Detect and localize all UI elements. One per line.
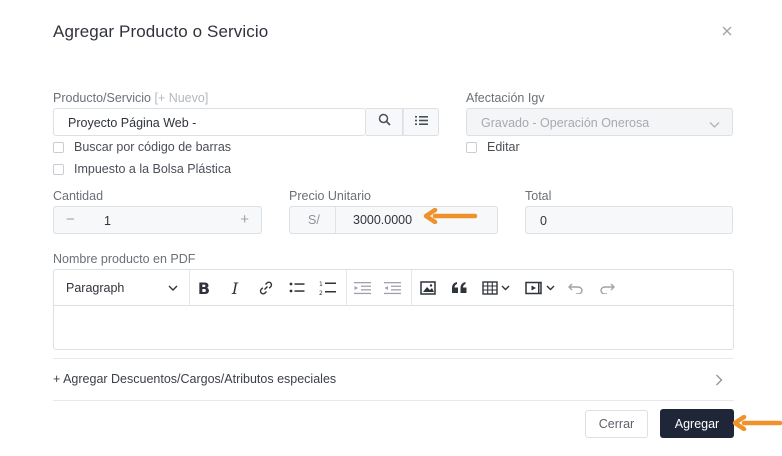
product-list-button[interactable] [403,108,439,136]
quantity-value[interactable]: 1 [104,214,111,228]
minus-icon[interactable]: − [66,211,75,228]
edit-igv-checkbox[interactable]: Editar [466,140,520,154]
product-label-text: Producto/Servicio [53,91,151,105]
product-input[interactable]: Proyecto Página Web - [53,108,366,136]
italic-button[interactable]: I [225,278,245,298]
numbered-list-icon[interactable]: 12 [316,278,338,298]
edit-igv-label: Editar [487,140,520,154]
svg-text:2: 2 [319,290,323,296]
image-icon[interactable] [417,278,439,298]
total-label: Total [525,189,552,203]
checkbox-box[interactable] [466,141,477,153]
svg-text:1: 1 [319,281,323,288]
annotation-arrow-icon [732,414,782,436]
currency-prefix: S/ [290,207,336,233]
redo-icon[interactable] [596,278,618,298]
extras-toggle[interactable]: + Agregar Descuentos/Cargos/Atributos es… [53,372,336,386]
barcode-checkbox[interactable]: Buscar por código de barras [53,140,231,154]
link-icon[interactable] [255,278,277,298]
igv-select[interactable]: Gravado - Operación Onerosa [466,108,733,136]
bullet-list-icon[interactable] [286,278,308,298]
close-button[interactable]: Cerrar [585,410,648,438]
quote-icon[interactable] [448,278,470,298]
undo-icon[interactable] [565,278,587,298]
quantity-label: Cantidad [53,189,104,203]
divider [53,400,734,401]
chevron-down-icon [168,281,178,295]
close-icon[interactable] [718,22,736,40]
total-input[interactable]: 0 [525,206,733,234]
quantity-stepper[interactable]: − 1 + [53,206,262,234]
outdent-icon[interactable] [351,278,373,298]
search-icon [378,113,391,131]
unit-price-label: Precio Unitario [289,189,371,203]
new-product-link[interactable]: [+ Nuevo] [154,91,208,105]
modal-title: Agregar Producto o Servicio [53,22,269,41]
chevron-right-icon[interactable] [715,373,723,391]
barcode-label: Buscar por código de barras [74,140,232,154]
editor-toolbar: Paragraph B I 12 [54,270,733,306]
divider [53,358,734,359]
block-format-value: Paragraph [66,281,125,295]
product-search-button[interactable] [366,108,403,136]
add-button[interactable]: Agregar [660,409,734,438]
igv-label: Afectación Igv [466,91,545,105]
bag-tax-label: Impuesto a la Bolsa Plástica [74,162,232,176]
pdf-name-label: Nombre producto en PDF [53,252,196,266]
table-icon[interactable] [479,278,515,298]
checkbox-box[interactable] [53,141,64,153]
plus-icon[interactable]: + [240,211,249,228]
annotation-arrow-icon [423,207,479,229]
block-format-select[interactable]: Paragraph [66,278,178,298]
bag-tax-checkbox[interactable]: Impuesto a la Bolsa Plástica [53,162,231,176]
bold-button[interactable]: B [194,278,214,298]
chevron-down-icon [709,118,720,132]
media-icon[interactable] [523,278,559,298]
unit-price-value[interactable]: 3000.0000 [353,213,412,227]
checkbox-box[interactable] [53,163,64,175]
igv-selected-value: Gravado - Operación Onerosa [481,116,650,130]
product-label: Producto/Servicio [+ Nuevo] [53,91,208,105]
list-icon [414,113,428,131]
pdf-name-editor[interactable]: Paragraph B I 12 [53,269,734,350]
indent-icon[interactable] [381,278,403,298]
